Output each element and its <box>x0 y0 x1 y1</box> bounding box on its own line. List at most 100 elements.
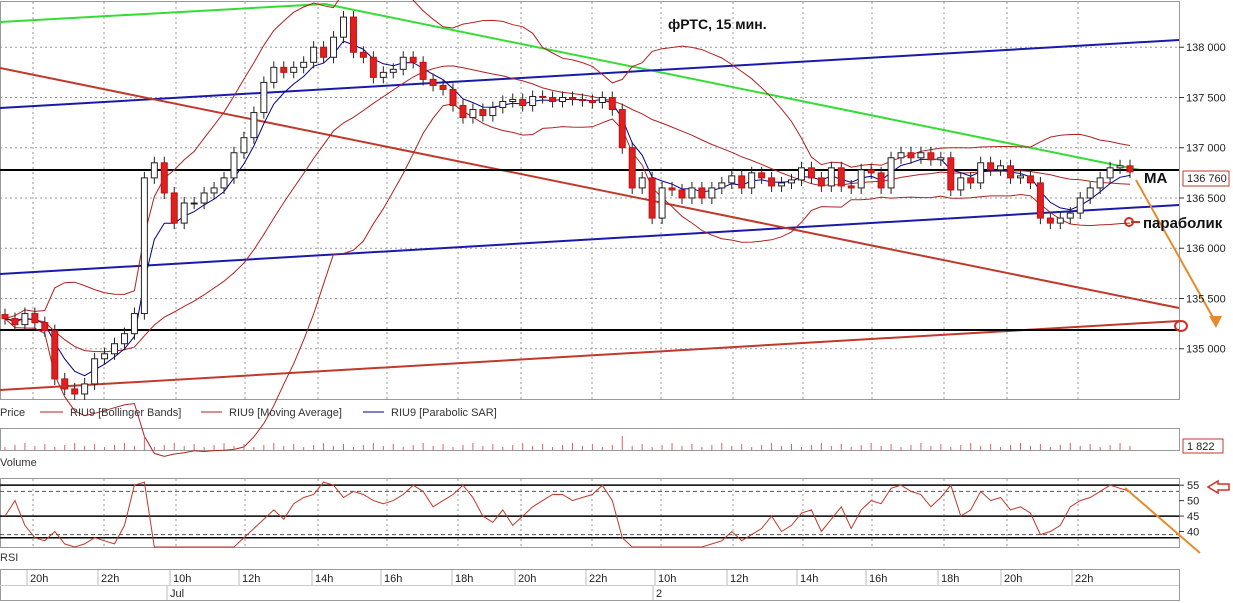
candle-up <box>718 182 726 189</box>
candle-up <box>250 112 258 139</box>
price-y-tick-label: 135 000 <box>1186 344 1226 356</box>
candle-up <box>81 383 89 395</box>
candle-down <box>71 388 79 395</box>
candle-up <box>130 313 138 335</box>
candle-up <box>917 152 925 159</box>
level-marker-circle <box>1174 320 1188 332</box>
candle-down <box>1046 217 1054 224</box>
candle-down <box>320 46 328 58</box>
x-tick-label: 20h <box>518 573 536 585</box>
candle-up <box>389 68 397 73</box>
x-tick-label: 18h <box>941 573 959 585</box>
candle-down <box>439 84 447 90</box>
candle-down <box>847 185 855 189</box>
candle-down <box>947 157 955 191</box>
candle-down <box>1036 182 1044 219</box>
volume-bars <box>4 436 1131 450</box>
candle-up <box>688 187 696 199</box>
candle-down <box>987 162 995 171</box>
rsi-y-tick-label: 45 <box>1187 511 1199 523</box>
candle-down <box>419 61 427 80</box>
candle-up <box>638 177 646 189</box>
rsi-y-tick-label: 50 <box>1187 496 1199 508</box>
price-y-tick-label: 137 500 <box>1186 92 1226 104</box>
candle-down <box>61 378 69 390</box>
red-trend-line-up <box>0 320 1180 391</box>
candle-up <box>260 81 268 114</box>
candle-up <box>788 179 795 184</box>
candle-up <box>1056 217 1064 224</box>
candle-up <box>469 109 477 119</box>
candle-down <box>1007 165 1015 179</box>
candle-up <box>1076 197 1084 214</box>
candle-up <box>957 177 965 191</box>
candle-down <box>678 189 686 199</box>
candle-down <box>280 66 288 73</box>
price-y-tick-label: 136 500 <box>1186 193 1226 205</box>
candle-down <box>628 147 636 189</box>
rsi-y-axis: 55 50 45 40 <box>1179 480 1199 539</box>
orange-arrow-head <box>1209 316 1222 328</box>
candle-up <box>1096 177 1104 189</box>
candle-up <box>150 162 158 179</box>
candle-up <box>210 187 218 194</box>
candle-up <box>598 96 606 104</box>
candle-down <box>359 51 367 58</box>
candle-down <box>648 177 656 219</box>
candle-up <box>290 66 298 73</box>
legend-price: Price <box>0 407 25 419</box>
candle-up <box>797 167 805 181</box>
bollinger-lower-line <box>4 103 1131 457</box>
grid <box>0 2 1179 547</box>
candle-down <box>867 169 875 174</box>
candle-up <box>180 202 188 224</box>
blue-channel-upper <box>0 39 1180 109</box>
candle-down <box>479 109 487 117</box>
candle-down <box>160 162 168 194</box>
candle-down <box>698 187 706 199</box>
x-tick-label: 14h <box>315 573 333 585</box>
rsi-y-tick-label: 55 <box>1187 480 1199 492</box>
volume-label: Volume <box>0 457 37 469</box>
x-tick-label: 10h <box>173 573 191 585</box>
price-y-tick-label: 136 000 <box>1186 243 1226 255</box>
candle-down <box>519 98 527 107</box>
candle-down <box>1126 165 1134 173</box>
candle-up <box>1017 175 1024 179</box>
candle-up <box>240 137 248 154</box>
candle-down <box>608 96 616 111</box>
candle-down <box>170 192 178 224</box>
candle-down <box>758 172 766 179</box>
candle-down <box>51 330 59 380</box>
candle-down <box>349 16 357 53</box>
candle-down <box>907 152 915 159</box>
candle-down <box>618 109 626 149</box>
legend-moving-average: RIU9 [Moving Average] <box>229 407 342 419</box>
volume-panel-frame <box>0 428 1180 451</box>
legend-parabolic-sar: RIU9 [Parabolic SAR] <box>391 407 497 419</box>
candle-up <box>1086 187 1094 199</box>
candle-up <box>1106 167 1114 179</box>
candle-down <box>578 98 586 101</box>
x-day-label: 2 <box>656 588 662 600</box>
parabolic-annotation: параболик <box>1143 215 1223 232</box>
candle-up <box>658 187 666 219</box>
candle-down <box>768 177 776 187</box>
candle-down <box>877 172 885 189</box>
last-price-label: 136 760 <box>1187 173 1227 185</box>
x-tick-label: 12h <box>730 573 748 585</box>
candle-down <box>459 105 467 119</box>
green-trend-line-top <box>0 3 326 23</box>
candle-down <box>41 322 49 332</box>
candle-up <box>1066 212 1074 219</box>
candle-up <box>111 343 119 355</box>
price-y-tick-label: 138 000 <box>1186 42 1226 54</box>
x-day-label: Jul <box>170 588 184 600</box>
candle-up <box>778 182 786 187</box>
candle-up <box>120 333 128 345</box>
candle-up <box>310 46 318 63</box>
candle-up <box>230 152 238 179</box>
candle-down <box>549 96 557 103</box>
candle-up <box>748 172 756 189</box>
candle-up <box>21 313 29 326</box>
